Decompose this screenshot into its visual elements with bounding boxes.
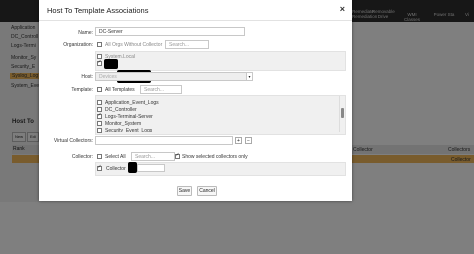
redacted-org-name bbox=[104, 59, 118, 69]
host-select[interactable]: Devices bbox=[95, 72, 247, 81]
chevron-down-icon[interactable]: ▾ bbox=[246, 72, 253, 81]
collector-item-label: Collector bbox=[106, 166, 126, 172]
template-label: Template: bbox=[71, 87, 93, 93]
select-all-checkbox[interactable] bbox=[97, 154, 102, 159]
virtual-collectors-input[interactable] bbox=[95, 136, 233, 145]
template-checkbox[interactable] bbox=[97, 100, 102, 105]
close-icon[interactable]: × bbox=[340, 4, 345, 14]
template-item-label: Monitor_System bbox=[105, 121, 142, 127]
collector-field[interactable] bbox=[137, 164, 165, 172]
template-checkbox[interactable] bbox=[97, 128, 102, 133]
collector-checkbox[interactable] bbox=[97, 164, 102, 171]
save-button[interactable]: Save bbox=[177, 186, 192, 196]
template-item-label: Security_Event_Logs bbox=[105, 128, 153, 132]
template-item-label: Logs-Terminal-Server bbox=[105, 114, 153, 120]
show-selected-label: Show selected collectors only bbox=[182, 154, 248, 160]
org-checkbox[interactable] bbox=[97, 59, 102, 66]
remove-icon[interactable]: − bbox=[245, 137, 252, 144]
host-to-template-dialog: Host To Template Associations × Name: DC… bbox=[39, 0, 352, 201]
template-scrollbar[interactable] bbox=[339, 96, 345, 132]
all-templates-label: All Templates bbox=[105, 87, 135, 93]
add-icon[interactable]: + bbox=[235, 137, 242, 144]
name-input[interactable]: DC-Server bbox=[95, 27, 245, 36]
dialog-title: Host To Template Associations bbox=[47, 6, 149, 15]
title-divider bbox=[39, 20, 352, 21]
template-checkbox[interactable] bbox=[97, 121, 102, 126]
host-label: Host: bbox=[81, 74, 93, 80]
template-item-label: DC_Controller bbox=[105, 107, 137, 113]
organization-label: Organization: bbox=[63, 42, 93, 48]
all-orgs-checkbox[interactable] bbox=[97, 42, 102, 47]
template-search-input[interactable]: Search... bbox=[140, 85, 182, 94]
template-checkbox[interactable] bbox=[97, 112, 102, 119]
virtual-collectors-label: Virtual Collectors: bbox=[53, 138, 93, 144]
name-label: Name: bbox=[78, 30, 93, 36]
all-templates-checkbox[interactable] bbox=[97, 87, 102, 92]
redacted-collector-name bbox=[128, 162, 137, 173]
show-selected-checkbox[interactable] bbox=[175, 152, 180, 159]
all-orgs-label: All Orgs Without Collector bbox=[105, 42, 163, 48]
select-all-label: Select All bbox=[105, 154, 126, 160]
collector-label: Collector: bbox=[71, 154, 93, 160]
cancel-button[interactable]: Cancel bbox=[197, 186, 217, 196]
org-search-input[interactable]: Search... bbox=[165, 40, 209, 49]
scrollbar-thumb[interactable] bbox=[341, 108, 344, 118]
template-item-label: Application_Event_Logs bbox=[105, 100, 159, 106]
collector-search-input[interactable]: Search... bbox=[131, 152, 175, 161]
